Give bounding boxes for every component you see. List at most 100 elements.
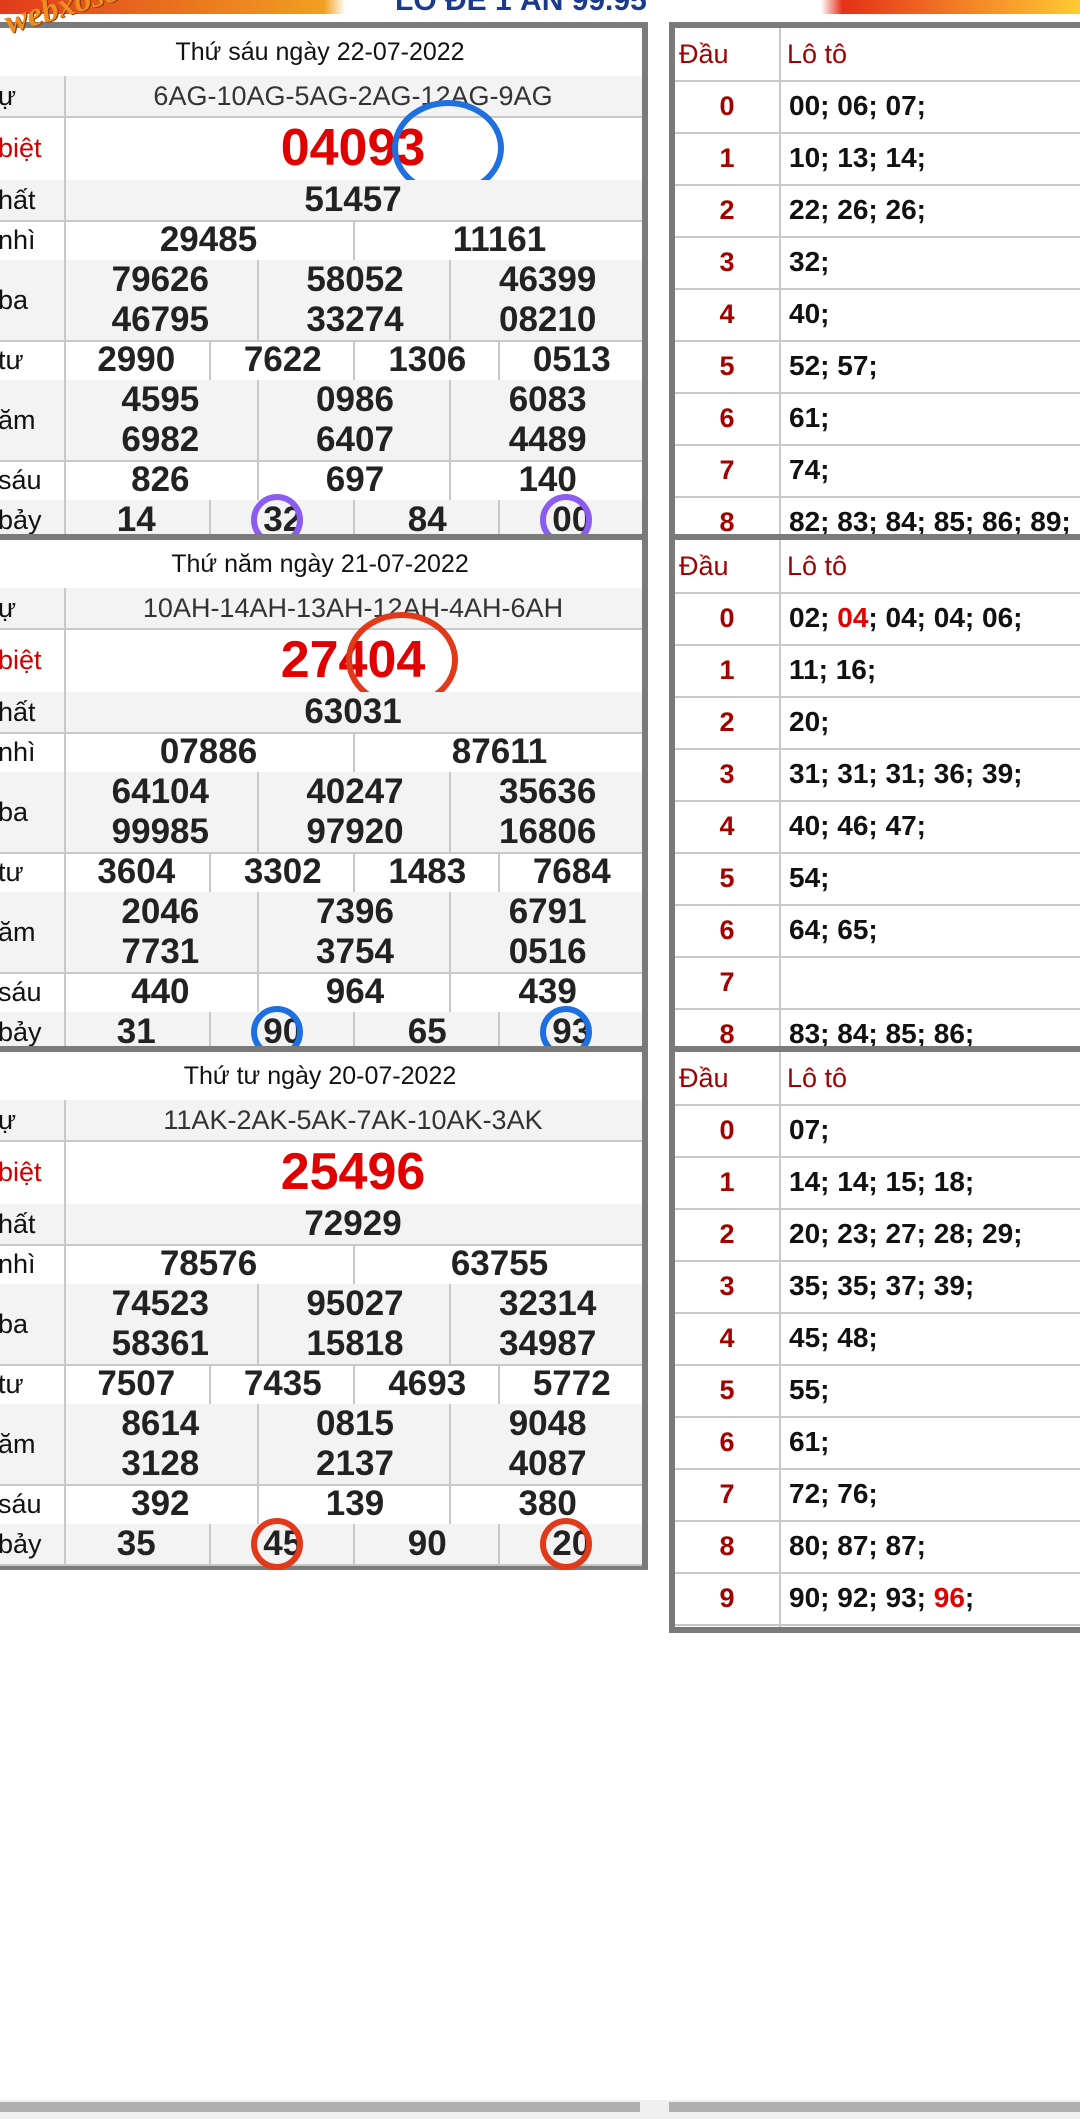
prize-values-first: 72929 [64,1204,642,1244]
fourth-prize-number: 3604 [97,852,176,891]
second-prize-number: 07886 [159,732,258,771]
loto-row: 6 64; 65; [675,904,1080,958]
bottom-partial-table [0,2100,1080,2119]
loto-row: 7 72; 76; [675,1468,1080,1522]
prize-values-first: 51457 [64,180,642,220]
top-banner[interactable]: LÔ ĐỀ 1 ĂN 99.95 [0,0,1080,14]
loto-numbers-text: 02; [789,602,838,633]
loto-head-digit: 3 [719,759,735,789]
loto-table: Đầu Lô tô 0 07; 1 14; 14; 15; 18; 2 20; 23; 27;… [669,1046,1080,1633]
fourth-prize-number: 1306 [353,340,500,380]
loto-numbers: 35; 35; 37; 39; [789,1260,974,1312]
sixth-prize-number: 964 [256,972,452,1012]
loto-numbers: 14; 14; 15; 18; [789,1156,974,1208]
loto-row: 1 11; 16; [675,644,1080,698]
prize-row-third: ba 79626 58052 46399 46795 33274 08210 [0,260,642,342]
third-prize-number: 35636 [449,772,644,812]
fifth-prize-number: 4087 [449,1444,644,1484]
loto-row: 5 55; [675,1364,1080,1418]
loto-numbers-text: 32; [789,246,830,277]
prize-row-code: ự 6AG-10AG-5AG-2AG-12AG-9AG [0,76,642,118]
loto-row: 3 32; [675,236,1080,290]
loto-numbers-text: 61; [789,402,830,433]
loto-head-digit: 2 [719,1219,735,1249]
prize-values-sixth: 826 697 140 [64,460,642,500]
loto-numbers: 90; 92; 93; 96; [789,1572,974,1624]
loto-row: 8 80; 87; 87; [675,1520,1080,1574]
loto-numbers: 07; [789,1104,829,1156]
loto-numbers-text: 14; 14; 15; 18; [789,1166,975,1197]
loto-head-digit: 1 [719,655,735,685]
prize-values-special: 04093 [64,100,642,196]
sixth-prize-number: 439 [449,972,644,1012]
loto-numbers-text: 52; 57; [789,350,878,381]
loto-numbers-text: 10; 13; 14; [789,142,926,173]
fifth-prize-number: 3754 [256,932,452,972]
loto-head-digit: 4 [719,811,735,841]
second-prize-number: 63755 [353,1244,644,1284]
fifth-prize-number: 2137 [256,1444,452,1484]
loto-numbers: 80; 87; 87; [789,1520,926,1572]
loto-row: 0 07; [675,1104,1080,1158]
fifth-prize-number: 0815 [256,1404,452,1444]
prize-label-third: ba [0,260,66,340]
prize-values-second: 29485 11161 [64,220,642,260]
loto-head-digit: 6 [719,403,735,433]
fifth-prize-number: 4595 [121,380,200,419]
special-prize-number: 25496 [280,1143,426,1201]
loto-header-loto: Lô tô [787,1063,848,1093]
fourth-prize-number: 2990 [97,340,176,379]
third-prize-number: 32314 [449,1284,644,1324]
loto-row: 3 31; 31; 31; 36; 39; [675,748,1080,802]
fourth-prize-number: 5772 [497,1364,645,1404]
loto-numbers-text: 35; 35; 37; 39; [789,1270,975,1301]
loto-numbers-text: ; 04; 04; 06; [868,602,1023,633]
third-prize-number: 34987 [449,1324,644,1364]
loto-numbers: 45; 48; [789,1312,878,1364]
prize-values-second: 07886 87611 [64,732,642,772]
loto-row: 9 90; 92; 93; 96; [675,1572,1080,1626]
loto-head-digit: 1 [719,143,735,173]
loto-numbers: 52; 57; [789,340,878,392]
third-prize-number: 74523 [111,1284,209,1323]
prize-row-code: ự 10AH-14AH-13AH-12AH-4AH-6AH [0,588,642,630]
loto-numbers: 10; 13; 14; [789,132,926,184]
banner-text: LÔ ĐỀ 1 ĂN 99.95 [395,0,647,14]
loto-numbers: 55; [789,1364,829,1416]
prize-label-third: ba [0,772,66,852]
loto-head-digit: 5 [719,351,735,381]
fourth-prize-number: 7507 [97,1364,176,1403]
loto-head-digit: 7 [719,967,735,997]
prize-row-third: ba 64104 40247 35636 99985 97920 16806 [0,772,642,854]
prize-values-seventh: 35 45 90 20 [64,1518,642,1570]
prize-values-fourth: 2990 7622 1306 0513 [64,340,642,380]
draw-date: Thứ năm ngày 21-07-2022 [0,540,642,589]
prize-values-second: 78576 63755 [64,1244,642,1284]
prize-row-fourth: tư 2990 7622 1306 0513 [0,340,642,382]
fourth-prize-number: 0513 [497,340,645,380]
draw-code: 11AK-2AK-5AK-7AK-10AK-3AK [163,1104,543,1135]
prize-row-fifth: ăm 8614 0815 9048 3128 2137 4087 [0,1404,642,1486]
result-table: Thứ sáu ngày 22-07-2022ự 6AG-10AG-5AG-2AG… [0,22,648,546]
loto-numbers-text: 31; 31; 31; 36; 39; [789,758,1023,789]
prize-label-code: ự [0,1100,66,1140]
fifth-prize-number: 7731 [121,932,200,971]
loto-numbers-text: 80; 87; 87; [789,1530,926,1561]
third-prize-number: 40247 [256,772,452,812]
loto-row: 5 54; [675,852,1080,906]
sixth-prize-number: 440 [131,972,190,1011]
loto-head-digit: 3 [719,247,735,277]
loto-header: Đầu Lô tô [675,28,1080,82]
loto-head-digit: 7 [719,455,735,485]
prize-label-seventh: bảy [0,1524,66,1564]
prize-label-code: ự [0,588,66,628]
loto-numbers: 61; [789,1416,829,1468]
prize-values-third: 79626 58052 46399 46795 33274 08210 [64,260,642,340]
prize-values-fourth: 7507 7435 4693 5772 [64,1364,642,1404]
prize-row-second: nhì 07886 87611 [0,732,642,774]
prize-values-code: 6AG-10AG-5AG-2AG-12AG-9AG [64,76,642,116]
loto-row: 0 00; 06; 07; [675,80,1080,134]
loto-numbers-text: 22; 26; 26; [789,194,926,225]
loto-numbers: 20; [789,696,829,748]
second-prize-number: 78576 [159,1244,258,1283]
